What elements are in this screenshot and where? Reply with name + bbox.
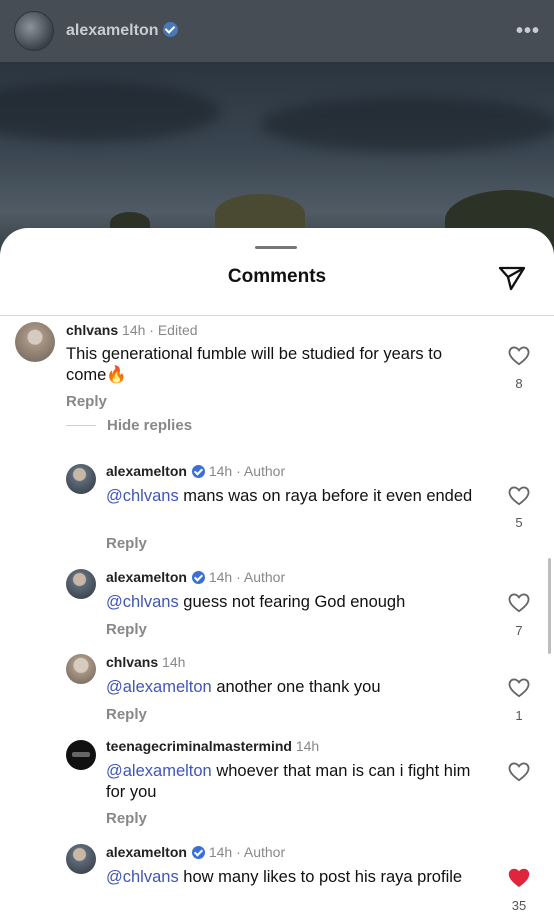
verified-badge-icon <box>163 22 179 37</box>
comment-meta: 14h · Author <box>208 844 286 860</box>
mention-link[interactable]: @chlvans <box>106 487 179 505</box>
comments-title: Comments <box>227 266 327 287</box>
comment-text: @chlvans mans was on raya before it even… <box>106 487 473 505</box>
avatar[interactable] <box>66 740 96 770</box>
comment-text: @chlvans how many likes to post his raya… <box>106 868 463 886</box>
comment-text: @alexamelton another one thank you <box>106 678 381 696</box>
verified-badge-icon <box>191 465 205 478</box>
comment-text: @chlvans guess not fearing God enough <box>106 593 406 611</box>
heart-icon[interactable] <box>508 762 530 782</box>
thread-line <box>66 425 96 426</box>
avatar[interactable] <box>66 464 96 494</box>
post-username[interactable]: alexamelton <box>66 22 179 40</box>
mention-link[interactable]: @alexamelton <box>106 678 212 696</box>
send-icon[interactable] <box>496 262 528 294</box>
header-divider <box>0 315 554 316</box>
more-dots-icon[interactable]: ••• <box>516 20 540 43</box>
heart-icon[interactable] <box>508 593 530 613</box>
heart-icon[interactable] <box>508 486 530 506</box>
verified-badge-icon <box>191 846 205 859</box>
heart-filled-icon[interactable] <box>508 868 530 888</box>
mention-link[interactable]: @chlvans <box>106 868 179 886</box>
hide-replies-button[interactable]: Hide replies <box>107 417 192 434</box>
comment-username[interactable]: teenagecriminalmastermind <box>106 738 292 754</box>
avatar[interactable] <box>66 569 96 599</box>
like-count: 7 <box>515 623 523 638</box>
comment-meta: 14h <box>295 738 320 754</box>
comment-username[interactable]: alexamelton <box>106 569 187 585</box>
comment-text: @alexamelton whoever that man is can i f… <box>106 762 471 801</box>
reply-button[interactable]: Reply <box>106 810 147 827</box>
avatar[interactable] <box>15 322 55 362</box>
reply-button[interactable]: Reply <box>106 621 147 638</box>
comment-username[interactable]: alexamelton <box>106 463 187 479</box>
mention-link[interactable]: @alexamelton <box>106 762 212 780</box>
like-count: 8 <box>515 376 523 391</box>
comment-username[interactable]: alexamelton <box>106 844 187 860</box>
comment-username[interactable]: chlvans <box>66 322 118 338</box>
like-count: 35 <box>511 898 527 913</box>
comment-meta: 14h <box>162 654 186 670</box>
comment-meta: 14h · Edited <box>122 322 198 338</box>
scrollbar[interactable] <box>548 558 551 654</box>
post-header: alexamelton ••• <box>0 0 554 62</box>
profile-avatar[interactable] <box>14 11 54 51</box>
like-count: 5 <box>515 515 523 530</box>
heart-icon[interactable] <box>508 678 530 698</box>
comment-text: This generational fumble will be studied… <box>66 345 443 384</box>
reply-button[interactable]: Reply <box>106 535 147 552</box>
comment-meta: 14h · Author <box>208 569 286 585</box>
comments-sheet: Comments chlvans 14h · Edited This gener… <box>0 228 554 920</box>
avatar[interactable] <box>66 654 96 684</box>
reply-button[interactable]: Reply <box>106 706 147 723</box>
comment-meta: 14h · Author <box>208 463 286 479</box>
like-count: 1 <box>515 708 523 723</box>
comment-username[interactable]: chlvans <box>106 654 158 670</box>
mention-link[interactable]: @chlvans <box>106 593 179 611</box>
verified-badge-icon <box>191 571 205 584</box>
sheet-grabber[interactable] <box>255 246 297 249</box>
avatar[interactable] <box>66 844 96 874</box>
reply-button[interactable]: Reply <box>66 393 107 410</box>
heart-icon[interactable] <box>508 346 530 366</box>
